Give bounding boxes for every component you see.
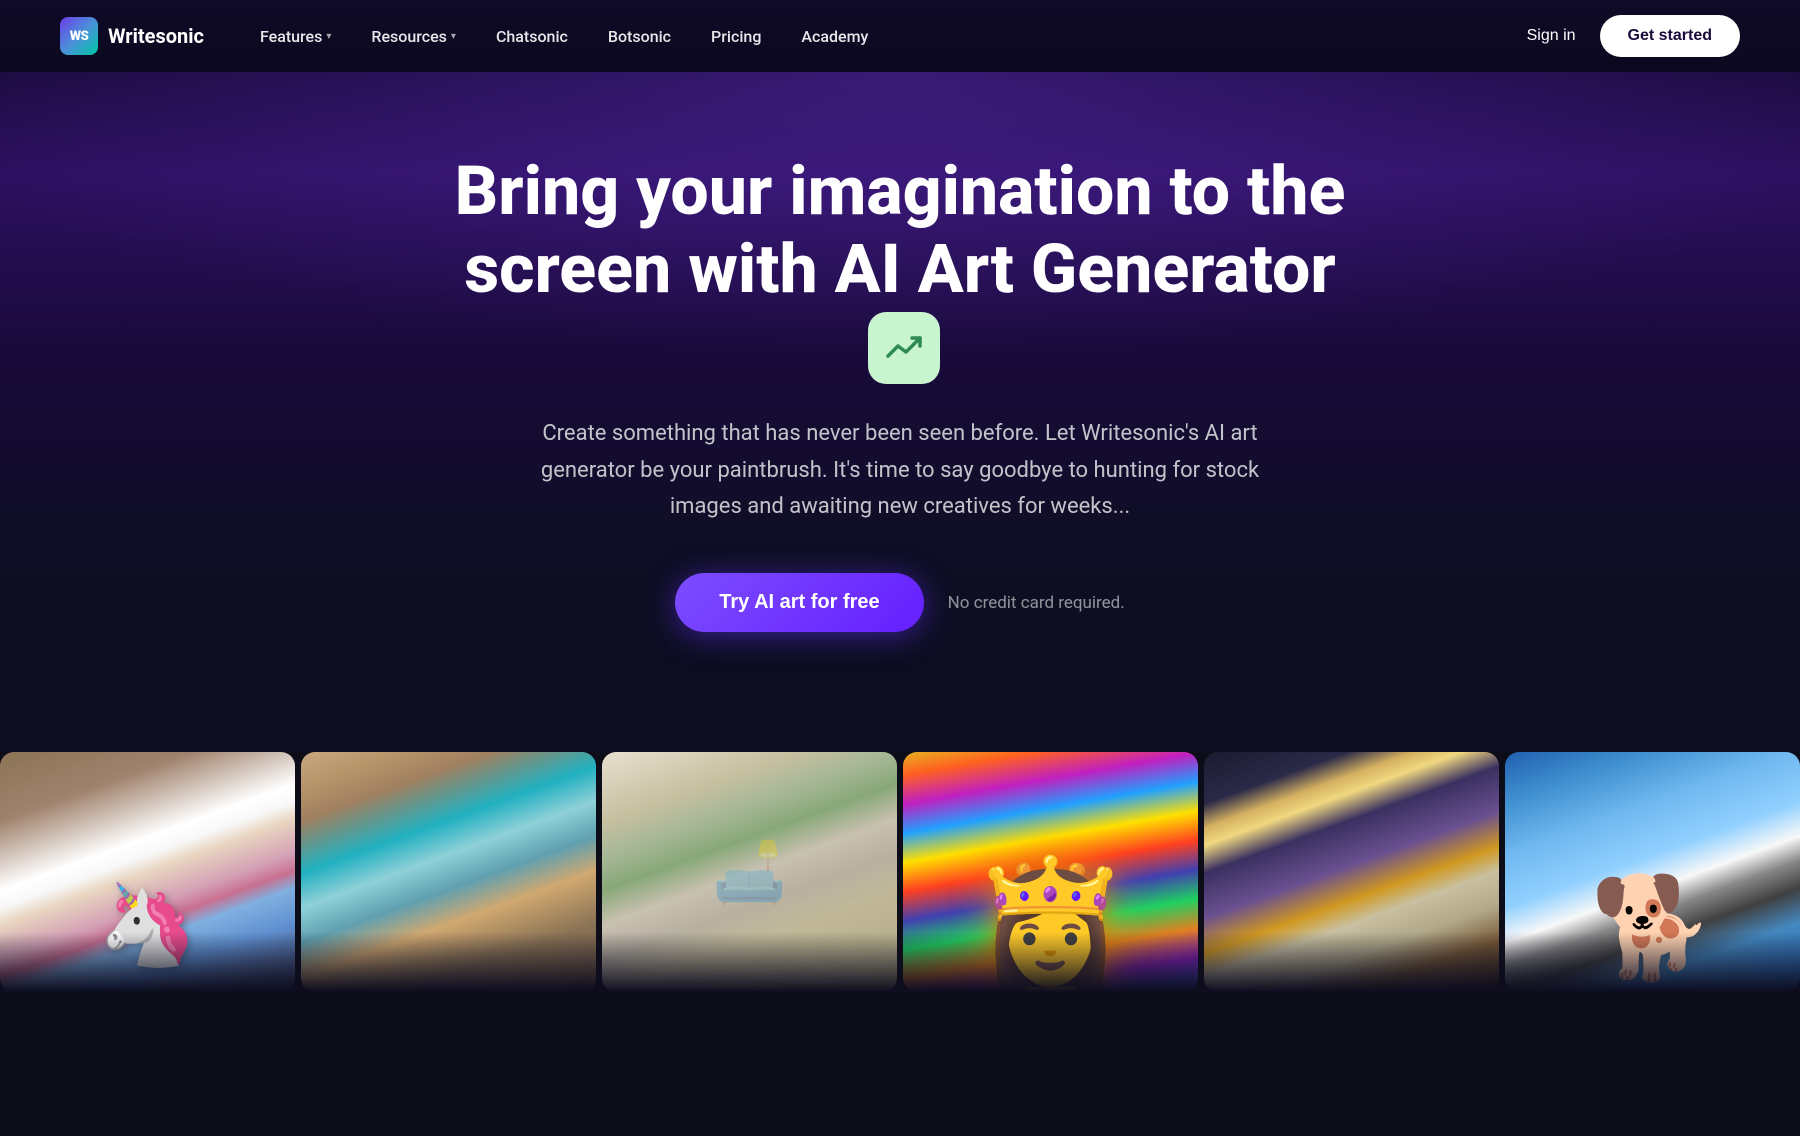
nav-left: WS Writesonic Features ▾ Resources ▾ Cha… — [60, 17, 884, 55]
nav-item-pricing[interactable]: Pricing — [695, 19, 777, 54]
nav-item-chatsonic[interactable]: Chatsonic — [480, 19, 584, 54]
ai-art-gallery: 🛋️ 👸 🐕 — [0, 752, 1800, 992]
cta-note: No credit card required. — [948, 593, 1125, 613]
get-started-button[interactable]: Get started — [1600, 15, 1740, 57]
sign-in-button[interactable]: Sign in — [1527, 27, 1576, 45]
gallery-grid: 🛋️ 👸 🐕 — [0, 752, 1800, 992]
gallery-image-bedroom — [1204, 752, 1499, 992]
gallery-image-aztec: 👸 — [903, 752, 1198, 992]
hero-cta: Try AI art for free No credit card requi… — [60, 573, 1740, 632]
nav-item-features[interactable]: Features ▾ — [244, 19, 347, 54]
gallery-image-interior: 🛋️ — [602, 752, 897, 992]
logo-text: Writesonic — [108, 24, 204, 48]
gallery-image-room — [301, 752, 596, 992]
try-ai-art-button[interactable]: Try AI art for free — [675, 573, 923, 632]
logo[interactable]: WS Writesonic — [60, 17, 204, 55]
nav-item-botsonic[interactable]: Botsonic — [592, 19, 687, 54]
nav-item-academy[interactable]: Academy — [785, 19, 884, 54]
navigation: WS Writesonic Features ▾ Resources ▾ Cha… — [0, 0, 1800, 72]
hero-section: Bring your imagination to the screen wit… — [0, 72, 1800, 752]
chevron-down-icon: ▾ — [451, 31, 456, 42]
nav-links: Features ▾ Resources ▾ Chatsonic Botsoni… — [244, 19, 884, 54]
hero-title: Bring your imagination to the screen wit… — [450, 152, 1350, 388]
logo-icon: WS — [60, 17, 98, 55]
nav-right: Sign in Get started — [1527, 15, 1740, 57]
trending-chart-icon — [868, 312, 940, 384]
hero-subtitle: Create something that has never been see… — [520, 416, 1280, 525]
gallery-image-dog: 🐕 — [1505, 752, 1800, 992]
chevron-down-icon: ▾ — [326, 31, 331, 42]
gallery-image-unicorn — [0, 752, 295, 992]
nav-item-resources[interactable]: Resources ▾ — [355, 19, 472, 54]
